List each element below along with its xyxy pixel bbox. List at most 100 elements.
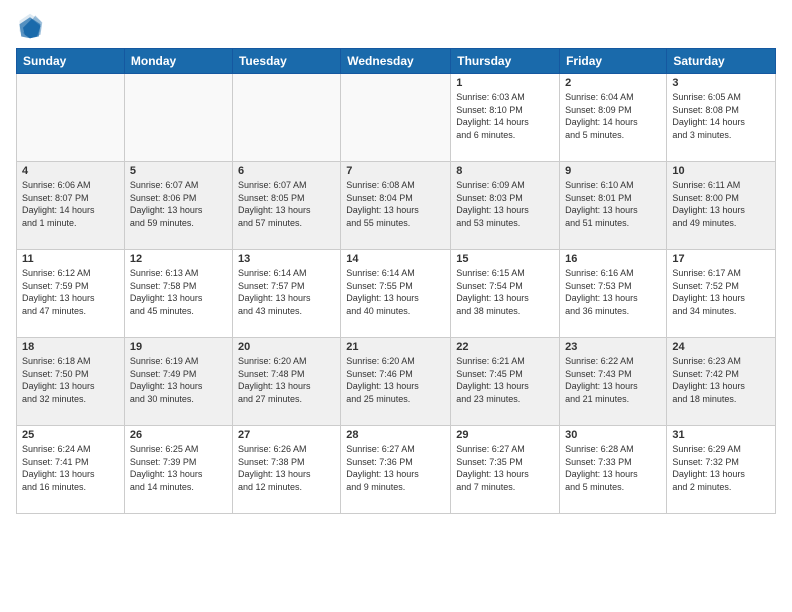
day-number: 8 [456,165,554,177]
calendar-cell [17,74,125,162]
day-number: 18 [22,341,119,353]
day-info: Sunrise: 6:25 AM Sunset: 7:39 PM Dayligh… [130,443,227,493]
weekday-header-saturday: Saturday [667,49,776,74]
day-info: Sunrise: 6:24 AM Sunset: 7:41 PM Dayligh… [22,443,119,493]
day-number: 21 [346,341,445,353]
day-number: 5 [130,165,227,177]
page: SundayMondayTuesdayWednesdayThursdayFrid… [0,0,792,612]
calendar-cell: 18 Sunrise: 6:18 AM Sunset: 7:50 PM Dayli… [17,338,125,426]
calendar-cell: 8 Sunrise: 6:09 AM Sunset: 8:03 PM Daylig… [451,162,560,250]
day-number: 4 [22,165,119,177]
calendar-cell [124,74,232,162]
calendar-cell: 23 Sunrise: 6:22 AM Sunset: 7:43 PM Dayli… [560,338,667,426]
day-number: 2 [565,77,661,89]
calendar-cell: 14Sunrise: 6:14 AM Sunset: 7:55 PM Dayli… [341,250,451,338]
day-info: Sunrise: 6:20 AM Sunset: 7:48 PM Dayligh… [238,355,335,405]
day-number: 13 [238,253,335,265]
day-info: Sunrise: 6:17 AM Sunset: 7:52 PM Dayligh… [672,267,770,317]
day-info: Sunrise: 6:04 AM Sunset: 8:09 PM Dayligh… [565,91,661,141]
calendar-cell: 26Sunrise: 6:25 AM Sunset: 7:39 PM Dayli… [124,426,232,514]
day-info: Sunrise: 6:07 AM Sunset: 8:06 PM Dayligh… [130,179,227,229]
day-number: 17 [672,253,770,265]
day-info: Sunrise: 6:16 AM Sunset: 7:53 PM Dayligh… [565,267,661,317]
calendar-cell: 17 Sunrise: 6:17 AM Sunset: 7:52 PM Dayli… [667,250,776,338]
day-number: 27 [238,429,335,441]
day-info: Sunrise: 6:27 AM Sunset: 7:36 PM Dayligh… [346,443,445,493]
calendar-cell [232,74,340,162]
day-number: 9 [565,165,661,177]
calendar-cell: 29Sunrise: 6:27 AM Sunset: 7:35 PM Dayli… [451,426,560,514]
day-number: 20 [238,341,335,353]
day-number: 12 [130,253,227,265]
calendar-cell: 20 Sunrise: 6:20 AM Sunset: 7:48 PM Dayli… [232,338,340,426]
day-number: 6 [238,165,335,177]
calendar-cell: 24 Sunrise: 6:23 AM Sunset: 7:42 PM Dayli… [667,338,776,426]
day-info: Sunrise: 6:05 AM Sunset: 8:08 PM Dayligh… [672,91,770,141]
calendar-cell: 12 Sunrise: 6:13 AM Sunset: 7:58 PM Dayli… [124,250,232,338]
calendar-week-1: 1 Sunrise: 6:03 AM Sunset: 8:10 PM Daylig… [17,74,776,162]
calendar-cell: 1 Sunrise: 6:03 AM Sunset: 8:10 PM Daylig… [451,74,560,162]
day-info: Sunrise: 6:10 AM Sunset: 8:01 PM Dayligh… [565,179,661,229]
day-info: Sunrise: 6:29 AM Sunset: 7:32 PM Dayligh… [672,443,770,493]
day-info: Sunrise: 6:03 AM Sunset: 8:10 PM Dayligh… [456,91,554,141]
logo [16,12,48,40]
calendar: SundayMondayTuesdayWednesdayThursdayFrid… [16,48,776,514]
weekday-header-tuesday: Tuesday [232,49,340,74]
day-info: Sunrise: 6:13 AM Sunset: 7:58 PM Dayligh… [130,267,227,317]
header [16,12,776,40]
day-info: Sunrise: 6:06 AM Sunset: 8:07 PM Dayligh… [22,179,119,229]
calendar-cell: 25 Sunrise: 6:24 AM Sunset: 7:41 PM Dayli… [17,426,125,514]
day-number: 16 [565,253,661,265]
calendar-cell: 9 Sunrise: 6:10 AM Sunset: 8:01 PM Daylig… [560,162,667,250]
day-number: 25 [22,429,119,441]
day-number: 10 [672,165,770,177]
calendar-header-row: SundayMondayTuesdayWednesdayThursdayFrid… [17,49,776,74]
calendar-cell: 22Sunrise: 6:21 AM Sunset: 7:45 PM Dayli… [451,338,560,426]
weekday-header-wednesday: Wednesday [341,49,451,74]
calendar-cell: 13 Sunrise: 6:14 AM Sunset: 7:57 PM Dayli… [232,250,340,338]
calendar-cell: 11Sunrise: 6:12 AM Sunset: 7:59 PM Dayli… [17,250,125,338]
day-number: 14 [346,253,445,265]
day-info: Sunrise: 6:09 AM Sunset: 8:03 PM Dayligh… [456,179,554,229]
day-number: 19 [130,341,227,353]
day-info: Sunrise: 6:18 AM Sunset: 7:50 PM Dayligh… [22,355,119,405]
calendar-cell: 27 Sunrise: 6:26 AM Sunset: 7:38 PM Dayli… [232,426,340,514]
calendar-cell: 21 Sunrise: 6:20 AM Sunset: 7:46 PM Dayli… [341,338,451,426]
calendar-cell: 6 Sunrise: 6:07 AM Sunset: 8:05 PM Daylig… [232,162,340,250]
day-info: Sunrise: 6:21 AM Sunset: 7:45 PM Dayligh… [456,355,554,405]
day-number: 24 [672,341,770,353]
weekday-header-thursday: Thursday [451,49,560,74]
calendar-cell: 16 Sunrise: 6:16 AM Sunset: 7:53 PM Dayli… [560,250,667,338]
weekday-header-sunday: Sunday [17,49,125,74]
day-info: Sunrise: 6:26 AM Sunset: 7:38 PM Dayligh… [238,443,335,493]
day-info: Sunrise: 6:28 AM Sunset: 7:33 PM Dayligh… [565,443,661,493]
calendar-cell: 7 Sunrise: 6:08 AM Sunset: 8:04 PM Daylig… [341,162,451,250]
day-info: Sunrise: 6:08 AM Sunset: 8:04 PM Dayligh… [346,179,445,229]
day-number: 1 [456,77,554,89]
day-info: Sunrise: 6:07 AM Sunset: 8:05 PM Dayligh… [238,179,335,229]
day-info: Sunrise: 6:20 AM Sunset: 7:46 PM Dayligh… [346,355,445,405]
day-number: 28 [346,429,445,441]
calendar-cell [341,74,451,162]
calendar-cell: 5 Sunrise: 6:07 AM Sunset: 8:06 PM Daylig… [124,162,232,250]
calendar-cell: 3Sunrise: 6:05 AM Sunset: 8:08 PM Daylig… [667,74,776,162]
day-info: Sunrise: 6:14 AM Sunset: 7:57 PM Dayligh… [238,267,335,317]
day-number: 30 [565,429,661,441]
day-number: 7 [346,165,445,177]
calendar-cell: 4 Sunrise: 6:06 AM Sunset: 8:07 PM Daylig… [17,162,125,250]
weekday-header-monday: Monday [124,49,232,74]
day-number: 15 [456,253,554,265]
calendar-cell: 15 Sunrise: 6:15 AM Sunset: 7:54 PM Dayli… [451,250,560,338]
day-info: Sunrise: 6:19 AM Sunset: 7:49 PM Dayligh… [130,355,227,405]
calendar-cell: 30 Sunrise: 6:28 AM Sunset: 7:33 PM Dayli… [560,426,667,514]
day-number: 29 [456,429,554,441]
day-info: Sunrise: 6:15 AM Sunset: 7:54 PM Dayligh… [456,267,554,317]
calendar-cell: 31Sunrise: 6:29 AM Sunset: 7:32 PM Dayli… [667,426,776,514]
calendar-cell: 19 Sunrise: 6:19 AM Sunset: 7:49 PM Dayli… [124,338,232,426]
day-number: 23 [565,341,661,353]
day-info: Sunrise: 6:11 AM Sunset: 8:00 PM Dayligh… [672,179,770,229]
calendar-cell: 28 Sunrise: 6:27 AM Sunset: 7:36 PM Dayli… [341,426,451,514]
day-info: Sunrise: 6:22 AM Sunset: 7:43 PM Dayligh… [565,355,661,405]
day-number: 11 [22,253,119,265]
day-info: Sunrise: 6:23 AM Sunset: 7:42 PM Dayligh… [672,355,770,405]
